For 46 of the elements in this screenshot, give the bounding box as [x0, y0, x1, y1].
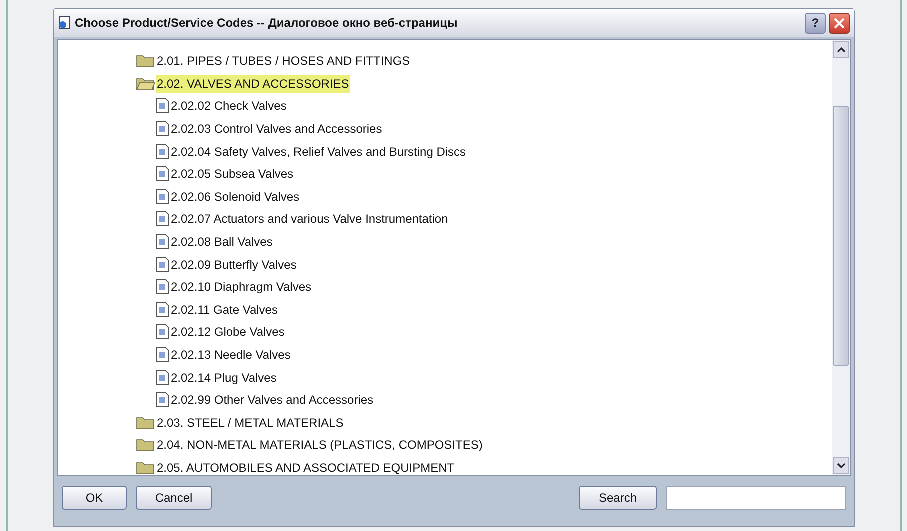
tree-item[interactable]: 2.02.02 Check Valves	[170, 97, 288, 116]
tree-item[interactable]: 2.02.99 Other Valves and Accessories	[170, 391, 375, 410]
help-button[interactable]: ?	[805, 12, 826, 34]
tree-item[interactable]: 2.02.07 Actuators and various Valve Instrumentation	[170, 210, 450, 228]
close-button[interactable]	[829, 12, 850, 34]
scroll-up-icon[interactable]	[833, 41, 849, 58]
scroll-thumb[interactable]	[833, 106, 849, 366]
document-icon	[156, 324, 170, 340]
tree-item[interactable]: 2.02.04 Safety Valves, Relief Valves and Bursting Discs	[170, 142, 468, 161]
tree-item[interactable]: 2.02. VALVES AND ACCESSORIES	[156, 74, 350, 93]
document-icon	[156, 98, 170, 114]
tree-item[interactable]: 2.01. PIPES / TUBES / HOSES AND FITTINGS	[156, 52, 412, 70]
window-title: Choose Product/Service Codes -- Диалоговое окно веб-страницы	[75, 15, 459, 32]
document-icon	[156, 166, 170, 182]
tree-item[interactable]: 2.02.11 Gate Valves	[170, 300, 279, 319]
document-icon	[156, 302, 170, 318]
document-icon	[156, 392, 170, 408]
document-icon	[156, 188, 170, 205]
tree-item[interactable]: 2.02.03 Control Valves and Accessories	[170, 120, 384, 138]
document-icon	[156, 234, 170, 250]
search-button[interactable]: Search	[579, 486, 657, 510]
page-icon	[58, 16, 72, 30]
document-icon	[156, 279, 170, 296]
close-icon	[834, 18, 845, 28]
scrollbar[interactable]	[832, 40, 850, 475]
tree-item[interactable]: 2.04. NON-METAL MATERIALS (PLASTICS, COMPOSITES)	[156, 436, 484, 454]
cancel-button[interactable]: Cancel	[136, 486, 212, 510]
document-icon	[156, 121, 170, 138]
scroll-down-icon[interactable]	[833, 457, 849, 474]
search-field[interactable]	[666, 486, 846, 510]
tree-item[interactable]: 2.02.14 Plug Valves	[170, 368, 278, 387]
ok-button[interactable]: OK	[62, 486, 127, 510]
document-icon	[156, 144, 170, 160]
tree-item[interactable]: 2.02.12 Globe Valves	[170, 323, 286, 342]
tree-item[interactable]: 2.02.08 Ball Valves	[170, 233, 274, 252]
tree-item[interactable]: 2.02.05 Subsea Valves	[170, 165, 295, 184]
tree-item[interactable]: 2.02.06 Solenoid Valves	[170, 188, 301, 206]
document-icon	[156, 347, 170, 364]
document-icon	[156, 256, 170, 273]
document-icon	[156, 370, 170, 386]
tree-item[interactable]: 2.02.10 Diaphragm Valves	[170, 278, 313, 296]
tree-item[interactable]: 2.02.13 Needle Valves	[170, 346, 292, 364]
tree-item[interactable]: 2.05. AUTOMOBILES AND ASSOCIATED EQUIPMENT	[156, 458, 456, 475]
tree-item[interactable]: 2.03. STEEL / METAL MATERIALS	[156, 414, 345, 432]
document-icon	[156, 211, 170, 228]
tree-item[interactable]: 2.02.09 Butterfly Valves	[170, 256, 298, 274]
